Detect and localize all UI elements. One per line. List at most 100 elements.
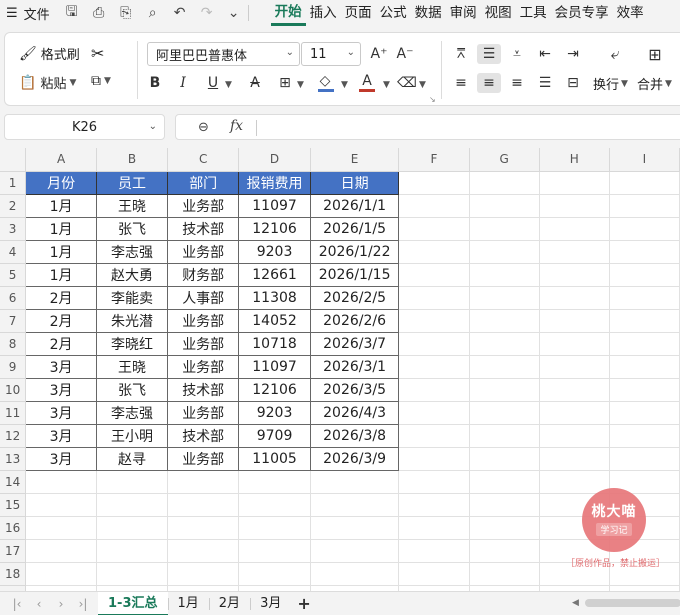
scroll-left-icon[interactable]: ◀ xyxy=(572,598,579,608)
data-cell[interactable]: 11308 xyxy=(238,285,311,310)
align-right-icon[interactable]: ≡ xyxy=(507,73,527,93)
data-cell[interactable]: 李志强 xyxy=(95,239,169,264)
empty-cell[interactable] xyxy=(469,424,540,448)
empty-cell[interactable] xyxy=(398,194,470,218)
empty-cell[interactable] xyxy=(539,286,610,310)
file-menu[interactable]: ☰ 文件 xyxy=(0,4,50,23)
empty-cell[interactable] xyxy=(96,516,169,540)
menu-tab[interactable]: 会员专享 xyxy=(551,0,613,26)
chevron-down-icon[interactable]: ▼ xyxy=(419,80,426,90)
empty-cell[interactable] xyxy=(398,447,470,471)
empty-cell[interactable] xyxy=(469,516,540,540)
data-cell[interactable]: 2月 xyxy=(25,331,97,356)
data-cell[interactable]: 9203 xyxy=(238,400,311,425)
empty-cell[interactable] xyxy=(25,562,97,586)
data-cell[interactable]: 王小明 xyxy=(95,423,169,448)
last-sheet-icon[interactable]: ›| xyxy=(72,597,94,611)
redo-icon[interactable]: ↷ xyxy=(199,5,215,21)
data-cell[interactable]: 2026/3/7 xyxy=(309,331,400,356)
decrease-font-size-icon[interactable]: A⁻ xyxy=(395,44,415,64)
data-cell[interactable]: 12106 xyxy=(238,377,311,402)
empty-cell[interactable] xyxy=(96,562,169,586)
empty-cell[interactable] xyxy=(469,401,540,425)
data-cell[interactable]: 2026/3/5 xyxy=(309,377,400,402)
empty-cell[interactable] xyxy=(25,516,97,540)
horizontal-scrollbar[interactable]: ◀ xyxy=(572,598,680,608)
align-center-icon[interactable]: ≡ xyxy=(477,73,501,93)
empty-cell[interactable] xyxy=(609,401,680,425)
bold-icon[interactable]: B xyxy=(145,73,165,93)
empty-cell[interactable] xyxy=(398,171,470,195)
next-sheet-icon[interactable]: › xyxy=(50,597,72,611)
fill-color-icon[interactable]: ◇ xyxy=(315,71,335,91)
empty-cell[interactable] xyxy=(469,332,540,356)
empty-cell[interactable] xyxy=(398,470,470,494)
data-cell[interactable]: 张飞 xyxy=(95,377,169,402)
empty-cell[interactable] xyxy=(398,309,470,333)
empty-cell[interactable] xyxy=(469,217,540,241)
wrap-text-button[interactable]: 换行 ▼ xyxy=(593,74,628,93)
empty-cell[interactable] xyxy=(398,401,470,425)
empty-cell[interactable] xyxy=(238,493,311,517)
export-pdf-icon[interactable]: ⎙ xyxy=(91,5,107,21)
data-cell[interactable]: 财务部 xyxy=(167,262,240,287)
empty-cell[interactable] xyxy=(609,309,680,333)
empty-cell[interactable] xyxy=(609,171,680,195)
data-cell[interactable]: 1月 xyxy=(25,193,97,218)
header-cell[interactable]: 部门 xyxy=(167,170,240,195)
increase-font-size-icon[interactable]: A⁺ xyxy=(369,44,389,64)
data-cell[interactable]: 赵大勇 xyxy=(95,262,169,287)
empty-cell[interactable] xyxy=(469,493,540,517)
empty-cell[interactable] xyxy=(469,447,540,471)
empty-cell[interactable] xyxy=(96,493,169,517)
column-header[interactable]: G xyxy=(469,148,540,172)
empty-cell[interactable] xyxy=(398,263,470,287)
menu-tab[interactable]: 审阅 xyxy=(446,0,481,26)
data-cell[interactable]: 3月 xyxy=(25,377,97,402)
empty-cell[interactable] xyxy=(310,562,400,586)
empty-cell[interactable] xyxy=(539,424,610,448)
empty-cell[interactable] xyxy=(310,493,400,517)
data-cell[interactable]: 2026/1/1 xyxy=(309,193,400,218)
row-header[interactable]: 11 xyxy=(0,401,27,425)
underline-icon[interactable]: U xyxy=(203,73,223,93)
font-name-select[interactable]: 阿里巴巴普惠体 ⌄ xyxy=(147,42,300,66)
empty-cell[interactable] xyxy=(96,539,169,563)
header-cell[interactable]: 月份 xyxy=(25,170,97,195)
empty-cell[interactable] xyxy=(469,562,540,586)
empty-cell[interactable] xyxy=(609,217,680,241)
empty-cell[interactable] xyxy=(609,286,680,310)
column-header[interactable]: B xyxy=(96,148,169,172)
menu-tab[interactable]: 公式 xyxy=(376,0,411,26)
distributed-align-icon[interactable]: ⊟ xyxy=(563,73,583,93)
wrap-text-icon[interactable]: ⤶ xyxy=(605,44,625,64)
italic-icon[interactable]: I xyxy=(173,73,193,93)
align-left-icon[interactable]: ≡ xyxy=(451,73,471,93)
merge-cells-button[interactable]: 合并 ▼ xyxy=(637,74,672,93)
data-cell[interactable]: 业务部 xyxy=(167,239,240,264)
data-cell[interactable]: 业务部 xyxy=(167,446,240,471)
empty-cell[interactable] xyxy=(539,378,610,402)
empty-cell[interactable] xyxy=(310,539,400,563)
first-sheet-icon[interactable]: |‹ xyxy=(6,597,28,611)
column-header[interactable]: C xyxy=(167,148,240,172)
sheet-tab[interactable]: 1-3汇总 xyxy=(98,591,168,615)
header-cell[interactable]: 员工 xyxy=(95,170,169,195)
data-cell[interactable]: 李志强 xyxy=(95,400,169,425)
empty-cell[interactable] xyxy=(539,401,610,425)
eraser-icon[interactable]: ⌫ xyxy=(397,73,417,93)
empty-cell[interactable] xyxy=(609,355,680,379)
data-cell[interactable]: 11097 xyxy=(238,193,311,218)
empty-cell[interactable] xyxy=(539,217,610,241)
empty-cell[interactable] xyxy=(238,562,311,586)
data-cell[interactable]: 业务部 xyxy=(167,308,240,333)
menu-tab[interactable]: 页面 xyxy=(341,0,376,26)
data-cell[interactable]: 3月 xyxy=(25,423,97,448)
empty-cell[interactable] xyxy=(398,217,470,241)
empty-cell[interactable] xyxy=(25,493,97,517)
menu-tab[interactable]: 开始 xyxy=(270,0,306,26)
decrease-indent-icon[interactable]: ⇤ xyxy=(535,44,555,64)
row-header[interactable]: 3 xyxy=(0,217,27,241)
data-cell[interactable]: 业务部 xyxy=(167,331,240,356)
empty-cell[interactable] xyxy=(469,171,540,195)
